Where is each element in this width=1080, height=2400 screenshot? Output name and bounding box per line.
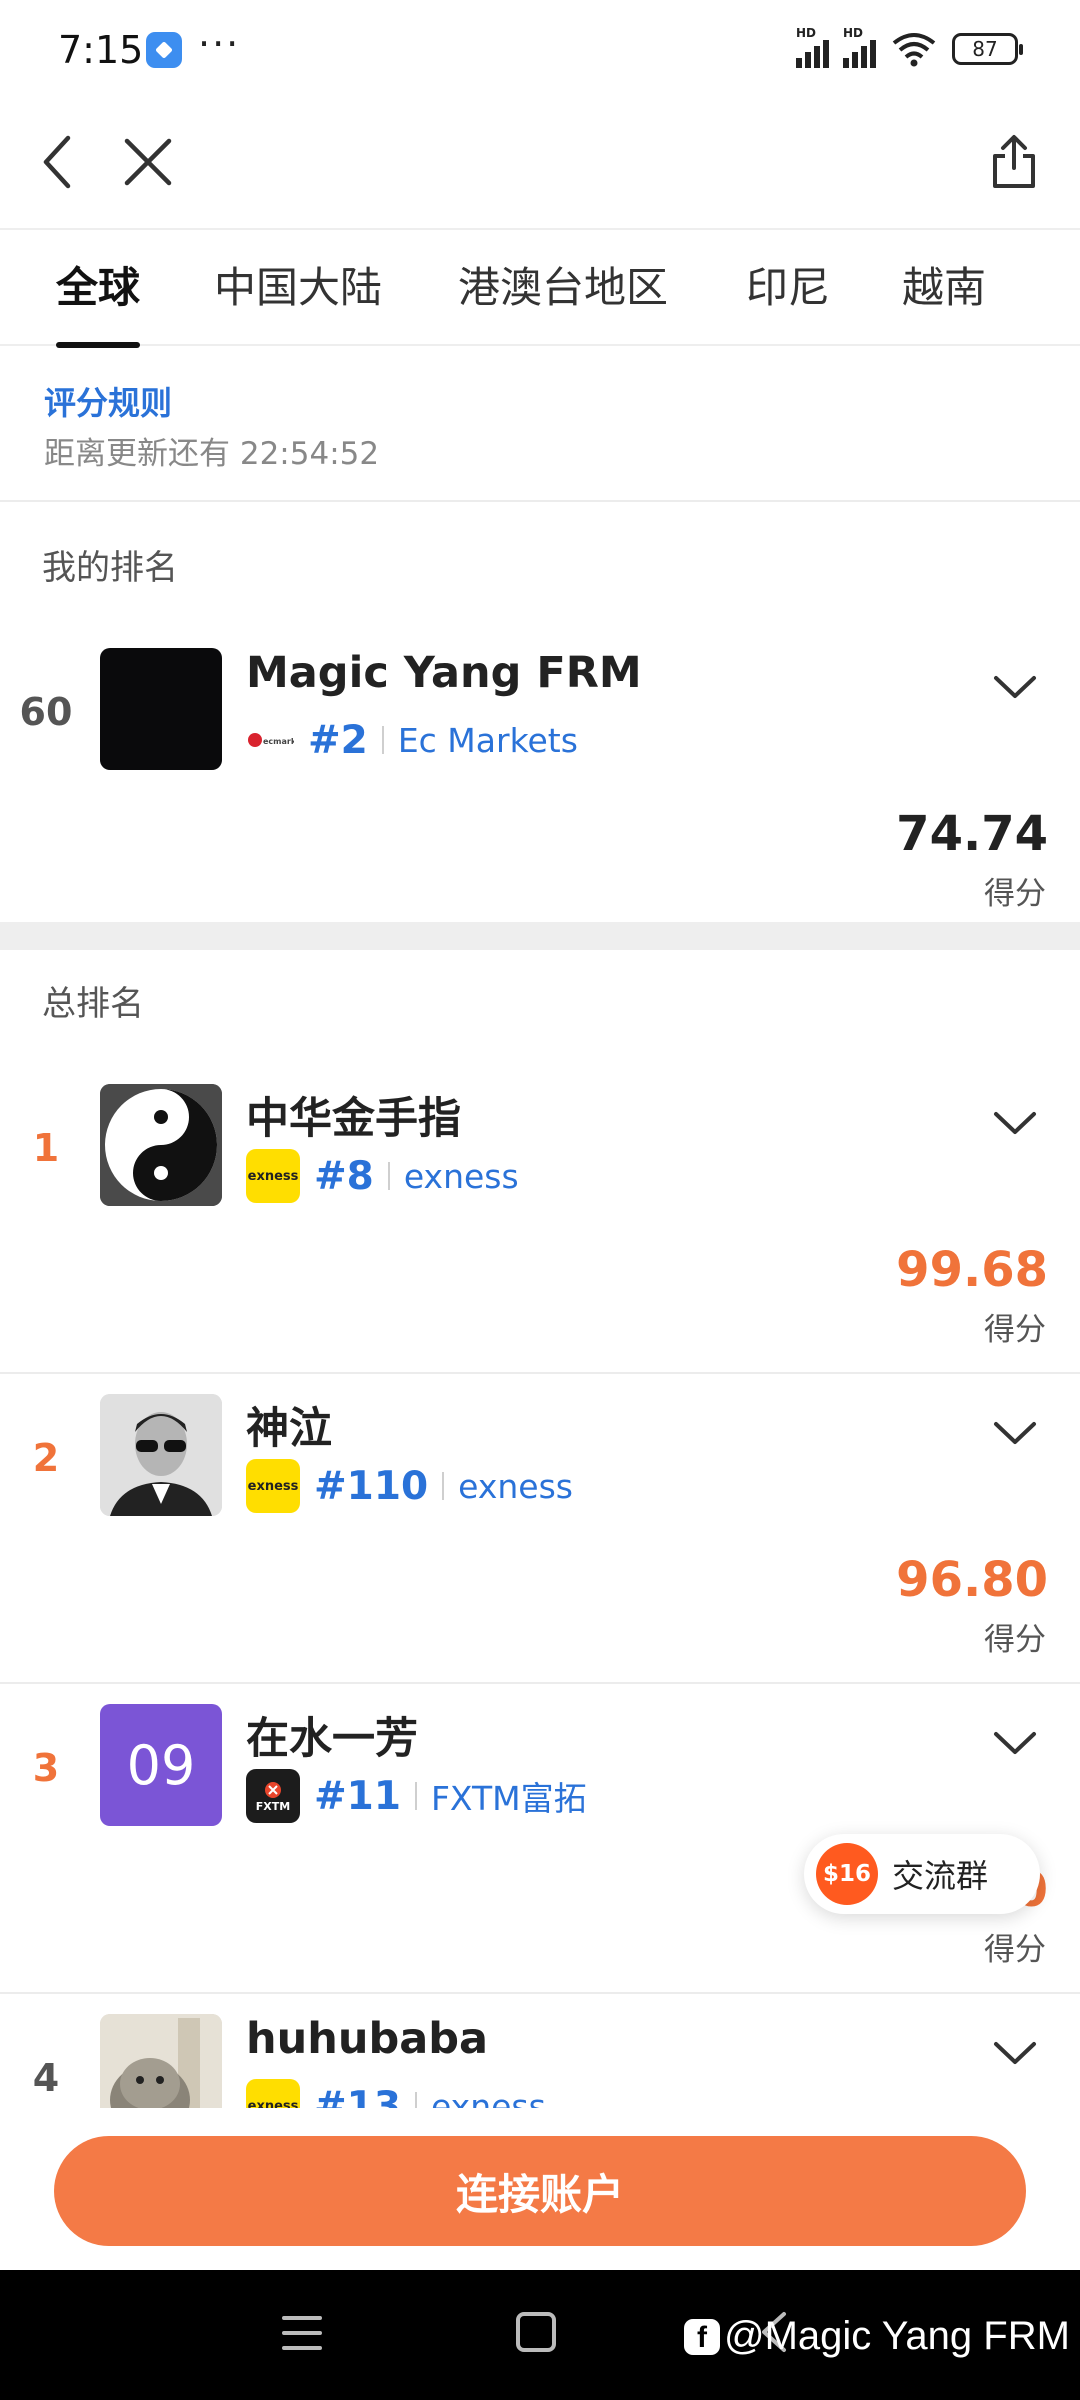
community-group-label: 交流群 bbox=[892, 1857, 989, 1895]
cellular-signal-icon-2: HD bbox=[843, 26, 876, 68]
score-value: 74.74 bbox=[896, 806, 1048, 862]
more-notifications-icon: ··· bbox=[198, 22, 241, 66]
status-time: 7:15 bbox=[58, 28, 144, 72]
section-divider bbox=[0, 922, 1080, 950]
broker-name[interactable]: FXTM富拓 bbox=[431, 1772, 587, 1820]
community-group-button[interactable]: $16 交流群 bbox=[804, 1834, 1040, 1914]
update-countdown: 距离更新还有 22:54:52 bbox=[44, 436, 380, 472]
broker-info: exness #110 exness bbox=[246, 1458, 573, 1514]
broker-rank: #110 bbox=[314, 1463, 429, 1509]
rank-number: 60 bbox=[19, 690, 73, 734]
rank-number: 2 bbox=[32, 1436, 60, 1480]
chevron-down-icon[interactable] bbox=[990, 1414, 1040, 1454]
exness-logo-icon: exness bbox=[246, 1459, 300, 1513]
rank-number: 4 bbox=[32, 2056, 60, 2100]
close-icon bbox=[124, 138, 172, 186]
broker-info: exness #8 exness bbox=[246, 1148, 519, 1204]
score-value: 96.80 bbox=[896, 1552, 1048, 1608]
region-tabs: 全球 中国大陆 港澳台地区 印尼 越南 bbox=[0, 228, 1080, 348]
chevron-down-icon[interactable] bbox=[990, 2034, 1040, 2074]
trader-name: Magic Yang FRM bbox=[246, 648, 642, 698]
overall-ranking-title: 总排名 bbox=[42, 984, 144, 1024]
bottom-action-bar: 连接账户 bbox=[0, 2108, 1080, 2270]
divider bbox=[0, 500, 1080, 502]
chevron-down-icon[interactable] bbox=[990, 668, 1040, 708]
chevron-left-icon bbox=[43, 135, 71, 189]
fxtm-logo-icon: FXTM bbox=[246, 1769, 300, 1823]
ranking-row[interactable]: 1 中华金手指 exness #8 exness 99.68 得分 bbox=[0, 1064, 1080, 1374]
broker-rank: #2 bbox=[308, 717, 368, 763]
tab-mainland-china[interactable]: 中国大陆 bbox=[214, 254, 382, 348]
app-notification-icon bbox=[146, 32, 182, 68]
tab-vietnam[interactable]: 越南 bbox=[902, 254, 986, 348]
trader-name: 神泣 bbox=[246, 1404, 332, 1454]
home-icon[interactable] bbox=[516, 2312, 556, 2352]
ecmarkets-logo-icon: ecmarkets bbox=[246, 713, 294, 767]
score-label: 得分 bbox=[984, 1622, 1046, 1658]
status-bar: 7:15 ··· HD HD 87 bbox=[0, 0, 1080, 100]
tab-indonesia[interactable]: 印尼 bbox=[746, 254, 830, 348]
recent-apps-icon[interactable] bbox=[282, 2314, 322, 2352]
tab-hk-macau-taiwan[interactable]: 港澳台地区 bbox=[458, 254, 668, 348]
close-button[interactable] bbox=[108, 122, 188, 202]
broker-info: FXTM #11 FXTM富拓 bbox=[246, 1768, 587, 1824]
svg-text:ecmarkets: ecmarkets bbox=[263, 737, 294, 746]
broker-name[interactable]: Ec Markets bbox=[398, 721, 578, 760]
ranking-row[interactable]: 2 神泣 exness #110 exness 96.80 得分 bbox=[0, 1374, 1080, 1684]
exness-logo-icon: exness bbox=[246, 1149, 300, 1203]
reward-icon: $16 bbox=[816, 1843, 878, 1905]
broker-name[interactable]: exness bbox=[458, 1467, 573, 1506]
broker-rank: #11 bbox=[314, 1773, 401, 1819]
watermark: f @Magic Yang FRM bbox=[684, 2314, 1070, 2359]
connect-account-button[interactable]: 连接账户 bbox=[54, 2136, 1026, 2246]
chevron-down-icon[interactable] bbox=[990, 1104, 1040, 1144]
share-button[interactable] bbox=[974, 122, 1054, 202]
broker-name[interactable]: exness bbox=[404, 1157, 519, 1196]
score-label: 得分 bbox=[984, 1932, 1046, 1968]
share-icon bbox=[993, 135, 1035, 188]
my-ranking-title: 我的排名 bbox=[42, 548, 178, 588]
broker-rank: #8 bbox=[314, 1153, 374, 1199]
avatar bbox=[100, 1084, 222, 1206]
broker-info: ecmarkets #2 Ec Markets bbox=[246, 712, 578, 768]
scoring-rules-link[interactable]: 评分规则 bbox=[44, 378, 172, 424]
score-label: 得分 bbox=[984, 1312, 1046, 1348]
chevron-down-icon[interactable] bbox=[990, 1724, 1040, 1764]
cellular-signal-icon: HD bbox=[796, 26, 829, 68]
trader-name: huhubaba bbox=[246, 2014, 489, 2064]
avatar bbox=[100, 648, 222, 770]
battery-icon: 87 bbox=[952, 33, 1023, 65]
back-button[interactable] bbox=[18, 122, 98, 202]
system-navigation-bar: f @Magic Yang FRM bbox=[0, 2270, 1080, 2400]
facebook-icon: f bbox=[684, 2318, 720, 2355]
score-label: 得分 bbox=[984, 876, 1046, 912]
top-navigation bbox=[0, 100, 1080, 228]
rank-number: 3 bbox=[32, 1746, 60, 1790]
tab-global[interactable]: 全球 bbox=[56, 254, 141, 348]
trader-name: 在水一芳 bbox=[246, 1714, 418, 1764]
score-value: 99.68 bbox=[896, 1242, 1048, 1298]
trader-name: 中华金手指 bbox=[246, 1094, 461, 1144]
wifi-icon bbox=[892, 33, 936, 67]
my-ranking-card[interactable]: 60 Magic Yang FRM ecmarkets #2 Ec Market… bbox=[0, 628, 1080, 938]
avatar: 09 bbox=[100, 1704, 222, 1826]
rank-number: 1 bbox=[32, 1126, 60, 1170]
avatar bbox=[100, 1394, 222, 1516]
